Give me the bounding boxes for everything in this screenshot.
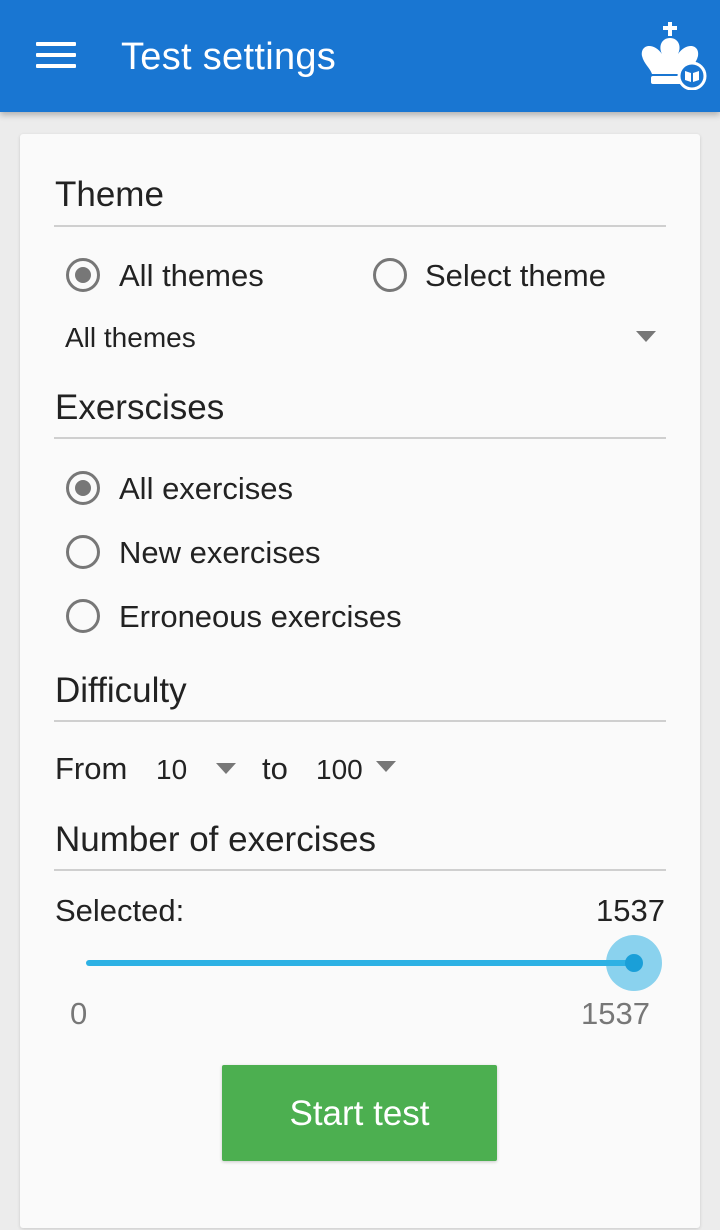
new-exercises-label[interactable]: New exercises xyxy=(119,535,321,571)
exercises-divider xyxy=(54,437,666,439)
page-title: Test settings xyxy=(121,36,337,78)
theme-heading: Theme xyxy=(55,175,164,214)
erroneous-exercises-radio[interactable] xyxy=(66,599,100,633)
start-test-button[interactable]: Start test xyxy=(222,1065,497,1161)
theme-dropdown-value: All themes xyxy=(65,322,196,353)
all-exercises-radio[interactable] xyxy=(66,471,100,505)
all-themes-label[interactable]: All themes xyxy=(119,258,264,294)
selected-label: Selected: xyxy=(55,893,185,928)
slider-thumb[interactable] xyxy=(625,954,643,972)
select-theme-label[interactable]: Select theme xyxy=(425,258,606,294)
number-divider xyxy=(54,869,666,871)
all-exercises-label[interactable]: All exercises xyxy=(119,471,293,507)
theme-dropdown[interactable]: All themes xyxy=(54,316,666,360)
new-exercises-radio[interactable] xyxy=(66,535,100,569)
slider-max-label: 1537 xyxy=(581,996,650,1031)
exercises-heading: Exerscises xyxy=(55,388,225,427)
difficulty-heading: Difficulty xyxy=(55,671,187,710)
difficulty-from-spinner[interactable]: 10 xyxy=(150,748,242,790)
select-theme-radio[interactable] xyxy=(373,258,407,292)
difficulty-from-label: From xyxy=(55,751,128,786)
app-bar: Test settings xyxy=(0,0,720,112)
slider-min-label: 0 xyxy=(70,996,88,1031)
number-heading: Number of exercises xyxy=(55,820,376,859)
difficulty-to-value: 100 xyxy=(316,754,363,785)
chess-king-book-icon[interactable] xyxy=(636,20,708,90)
erroneous-exercises-label[interactable]: Erroneous exercises xyxy=(119,599,402,635)
chevron-down-icon xyxy=(216,763,236,774)
slider-track[interactable] xyxy=(86,960,634,966)
hamburger-menu-icon[interactable] xyxy=(36,42,76,70)
chevron-down-icon xyxy=(376,761,396,772)
difficulty-to-spinner[interactable]: 100 xyxy=(310,748,402,790)
difficulty-divider xyxy=(54,720,666,722)
selected-value: 1537 xyxy=(596,893,665,928)
difficulty-to-label: to xyxy=(262,751,288,786)
theme-divider xyxy=(54,225,666,227)
all-themes-radio[interactable] xyxy=(66,258,100,292)
chevron-down-icon xyxy=(636,331,656,342)
difficulty-from-value: 10 xyxy=(156,754,188,785)
